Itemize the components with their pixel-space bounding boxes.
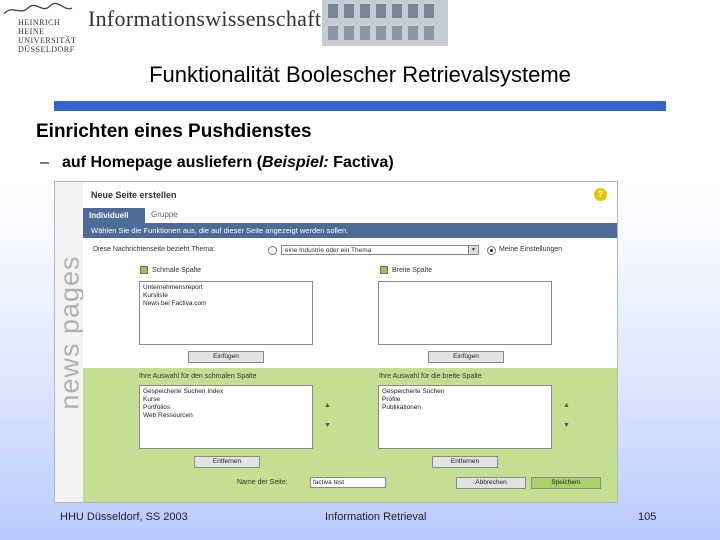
cancel-button[interactable]: Abbrechen — [456, 477, 526, 489]
panel-header: Neue Seite erstellen ? — [83, 182, 617, 208]
wide-move-up-icon[interactable]: ▲ — [563, 402, 570, 409]
page-name-label: Name der Seite: — [237, 479, 288, 486]
list-item[interactable]: Gespeicherte Suchen Index — [143, 388, 309, 396]
panel-title: Neue Seite erstellen — [91, 190, 177, 200]
narrow-selected-list[interactable]: Gespeicherte Suchen Index Kurse Portfoli… — [139, 385, 313, 449]
narrow-column-checkbox[interactable] — [140, 266, 148, 274]
chevron-down-icon: ▼ — [468, 246, 478, 254]
university-logo: HEINRICH HEINE UNIVERSITÄT DÜSSELDORF — [2, 2, 82, 54]
my-settings-radio[interactable] — [487, 246, 496, 255]
narrow-available-list[interactable]: Unternehmensreport Kursliste News bei Fa… — [139, 281, 313, 345]
bullet-text-italic: Beispiel: — [262, 154, 329, 171]
narrow-column-label: Schmale Spalte — [152, 267, 202, 274]
list-item[interactable]: Profile — [382, 396, 548, 404]
bullet-text-post: Factiva) — [328, 154, 394, 171]
list-item[interactable]: Portfolios — [143, 404, 309, 412]
list-item[interactable]: Unternehmensreport — [143, 284, 309, 292]
list-item[interactable]: Gespeicherte Suchen — [382, 388, 548, 396]
list-item[interactable]: Kursliste — [143, 292, 309, 300]
list-item[interactable]: Web Ressourcen — [143, 412, 309, 420]
topic-select-value: eine Industrie oder ein Thema — [285, 247, 372, 254]
narrow-move-up-icon[interactable]: ▲ — [324, 402, 331, 409]
list-item[interactable]: News bei Factiva.com — [143, 300, 309, 308]
sidebar-text: news pages — [54, 255, 85, 410]
insert-wide-button[interactable]: Einfügen — [428, 351, 504, 363]
narrow-selected-label: Ihre Auswahl für den schmalen Spalte — [139, 373, 257, 380]
wide-column-label: Breite Spalte — [392, 267, 433, 274]
logo-line-1: HEINRICH HEINE — [18, 18, 61, 36]
wide-column-checkbox[interactable] — [380, 266, 388, 274]
sidebar-strip: news pages — [54, 182, 85, 502]
wide-move-down-icon[interactable]: ▼ — [563, 422, 570, 429]
logo-line-3: DÜSSELDORF — [18, 45, 75, 54]
list-item[interactable]: Publikationen — [382, 404, 548, 412]
instruction-bar: Wählen Sie die Funktionen aus, die auf d… — [83, 223, 617, 238]
topic-select[interactable]: eine Industrie oder ein Thema ▼ — [281, 245, 479, 255]
footer-page-number: 105 — [638, 511, 657, 523]
topic-label: Diese Nachrichtenseite bezieht Thema: — [93, 246, 216, 253]
insert-narrow-button[interactable]: Einfügen — [188, 351, 264, 363]
help-icon[interactable]: ? — [594, 188, 607, 201]
wide-available-list[interactable] — [378, 281, 552, 345]
narrow-move-down-icon[interactable]: ▼ — [324, 422, 331, 429]
available-section: Diese Nachrichtenseite bezieht Thema: ei… — [83, 238, 617, 368]
brand-title: Informationswissenschaft — [88, 6, 322, 31]
slide-heading: Einrichten eines Pushdienstes — [36, 121, 312, 142]
bullet-line: – auf Homepage ausliefern (Beispiel: Fact… — [40, 154, 394, 172]
logo-line-2: UNIVERSITÄT — [18, 36, 77, 45]
tab-gruppe[interactable]: Gruppe — [151, 210, 178, 219]
wide-selected-list[interactable]: Gespeicherte Suchen Profile Publikatione… — [378, 385, 552, 449]
remove-narrow-button[interactable]: Entfernen — [194, 456, 260, 468]
footer-left: HHU Düsseldorf, SS 2003 — [60, 511, 188, 523]
wide-column-header: Breite Spalte — [379, 265, 529, 276]
tab-individuell[interactable]: Individuell — [83, 208, 145, 223]
footer-center: Information Retrieval — [325, 511, 427, 523]
topic-radio[interactable] — [268, 246, 277, 255]
list-item[interactable]: Kurse — [143, 396, 309, 404]
factiva-screenshot: news pages Neue Seite erstellen ? Indivi… — [54, 181, 618, 503]
wide-selected-label: Ihre Auswahl für die breite Spalte — [379, 373, 482, 380]
slide-title: Funktionalität Boolescher Retrievalsyste… — [149, 62, 571, 87]
bullet-dash: – — [40, 154, 49, 171]
remove-wide-button[interactable]: Entfernen — [432, 456, 498, 468]
title-underline-bar — [54, 101, 666, 111]
narrow-column-header: Schmale Spalte — [139, 265, 289, 276]
page-name-input[interactable]: factiva test — [310, 477, 386, 488]
save-button[interactable]: Speichern — [531, 477, 601, 489]
my-settings-label: Meine Einstellungen — [499, 246, 563, 253]
logo-signature-icon — [3, 2, 73, 15]
bullet-text-pre: auf Homepage ausliefern ( — [62, 154, 263, 171]
selected-section: Ihre Auswahl für den schmalen Spalte Ihr… — [83, 368, 617, 502]
building-photo — [322, 0, 448, 46]
